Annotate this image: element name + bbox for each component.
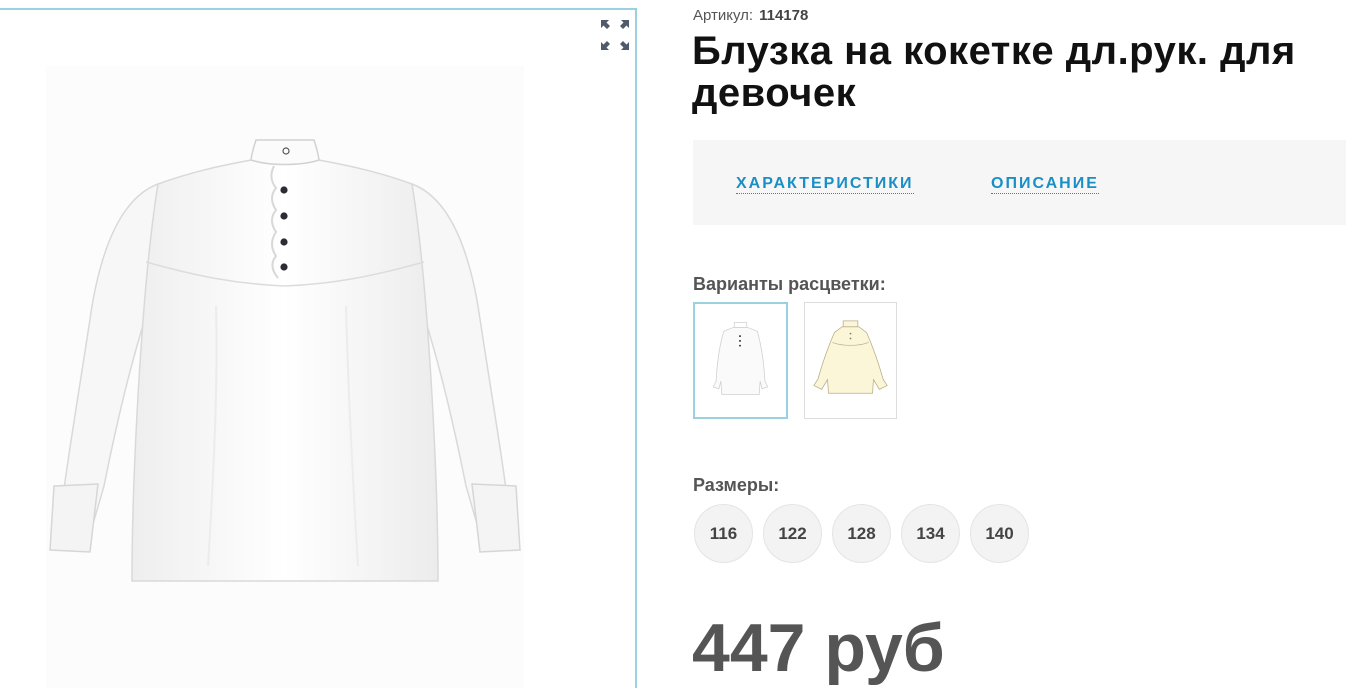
color-variants-label: Варианты расцветки:	[693, 274, 886, 294]
tab-characteristics[interactable]: ХАРАКТЕРИСТИКИ	[736, 175, 914, 194]
sku-line: Артикул: 114178	[693, 7, 808, 24]
blouse-thumbnail-cream	[813, 320, 888, 394]
tab-description[interactable]: ОПИСАНИЕ	[991, 175, 1099, 194]
fullscreen-button[interactable]	[598, 18, 632, 52]
sku-value: 114178	[759, 7, 809, 24]
color-swatch-white[interactable]	[693, 302, 788, 419]
product-gallery	[0, 8, 637, 688]
blouse-image	[49, 139, 521, 582]
blouse-thumbnail-white	[712, 322, 769, 395]
sizes-label: Размеры:	[693, 475, 780, 495]
tabs-bar: ХАРАКТЕРИСТИКИ ОПИСАНИЕ	[693, 140, 1346, 225]
product-page: Артикул: 114178 Блузка на кокетке дл.рук.…	[0, 0, 1346, 688]
product-main-photo[interactable]	[46, 66, 524, 688]
size-option-122[interactable]: 122	[763, 504, 822, 563]
color-swatch-cream[interactable]	[804, 302, 897, 419]
size-option-116[interactable]: 116	[694, 504, 753, 563]
size-option-134[interactable]: 134	[901, 504, 960, 563]
size-option-128[interactable]: 128	[832, 504, 891, 563]
sku-label: Артикул:	[693, 7, 754, 24]
size-option-140[interactable]: 140	[970, 504, 1029, 563]
product-price: 447 руб	[692, 610, 945, 686]
expand-icon	[601, 20, 629, 50]
product-title: Блузка на кокетке дл.рук. для девочек	[692, 29, 1296, 115]
